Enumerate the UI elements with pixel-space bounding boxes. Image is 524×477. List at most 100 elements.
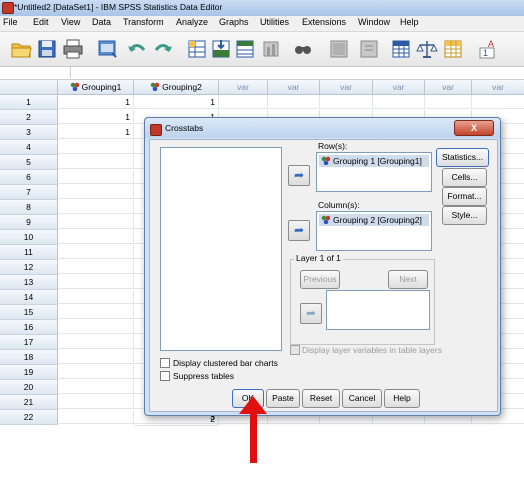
row-header[interactable]: 6 bbox=[0, 170, 58, 185]
table-cell[interactable] bbox=[58, 335, 134, 349]
row-header[interactable]: 21 bbox=[0, 395, 58, 410]
table-cell[interactable]: 1 bbox=[58, 125, 134, 139]
cell-name-box[interactable] bbox=[0, 67, 71, 78]
source-variable-list[interactable] bbox=[160, 147, 282, 351]
row-header[interactable]: 19 bbox=[0, 365, 58, 380]
row-header[interactable]: 22 bbox=[0, 410, 58, 425]
menu-file[interactable]: File bbox=[3, 17, 18, 27]
table-cell[interactable] bbox=[58, 155, 134, 169]
rows-list-item[interactable]: Grouping 1 [Grouping1] bbox=[319, 155, 429, 167]
dialog-title-bar[interactable]: Crosstabs X bbox=[145, 118, 500, 138]
table-cell[interactable] bbox=[425, 95, 472, 109]
menu-analyze[interactable]: Analyze bbox=[176, 17, 208, 27]
row-header[interactable]: 14 bbox=[0, 290, 58, 305]
statistics-button[interactable]: Statistics... bbox=[436, 148, 489, 167]
table-cell[interactable] bbox=[58, 185, 134, 199]
paste-button[interactable]: Paste bbox=[266, 389, 300, 408]
row-header[interactable]: 7 bbox=[0, 185, 58, 200]
insert-variable-icon[interactable] bbox=[358, 38, 380, 60]
row-header[interactable]: 12 bbox=[0, 260, 58, 275]
table-cell[interactable]: 1 bbox=[58, 110, 134, 124]
variables-icon[interactable] bbox=[234, 38, 256, 60]
column-header-var[interactable]: var bbox=[219, 80, 268, 95]
row-header[interactable]: 20 bbox=[0, 380, 58, 395]
find-icon[interactable] bbox=[292, 38, 314, 60]
menu-utilities[interactable]: Utilities bbox=[260, 17, 289, 27]
column-header-grouping1[interactable]: Grouping1 bbox=[58, 80, 134, 95]
menu-help[interactable]: Help bbox=[400, 17, 419, 27]
goto-variable-icon[interactable] bbox=[210, 38, 232, 60]
dialog-recall-icon[interactable] bbox=[96, 38, 118, 60]
table-cell[interactable]: 1 bbox=[58, 95, 134, 109]
table-cell[interactable] bbox=[320, 95, 373, 109]
table-cell[interactable] bbox=[58, 395, 134, 409]
table-cell[interactable] bbox=[58, 365, 134, 379]
row-header[interactable]: 8 bbox=[0, 200, 58, 215]
goto-case-icon[interactable] bbox=[186, 38, 208, 60]
table-cell[interactable] bbox=[58, 275, 134, 289]
column-header-var[interactable]: var bbox=[425, 80, 472, 95]
menu-view[interactable]: View bbox=[61, 17, 80, 27]
row-header[interactable]: 2 bbox=[0, 110, 58, 125]
row-header[interactable]: 15 bbox=[0, 305, 58, 320]
row-header[interactable]: 18 bbox=[0, 350, 58, 365]
table-cell[interactable] bbox=[58, 350, 134, 364]
menu-graphs[interactable]: Graphs bbox=[219, 17, 249, 27]
weight-cases-icon[interactable] bbox=[416, 38, 438, 60]
row-header[interactable]: 16 bbox=[0, 320, 58, 335]
table-cell[interactable] bbox=[58, 200, 134, 214]
table-cell[interactable] bbox=[58, 230, 134, 244]
redo-icon[interactable] bbox=[152, 38, 174, 60]
cells-button[interactable]: Cells... bbox=[442, 168, 487, 187]
table-cell[interactable] bbox=[58, 215, 134, 229]
table-cell[interactable] bbox=[472, 95, 524, 109]
table-cell[interactable] bbox=[58, 320, 134, 334]
table-cell[interactable] bbox=[58, 260, 134, 274]
column-header-var[interactable]: var bbox=[268, 80, 320, 95]
row-header[interactable]: 9 bbox=[0, 215, 58, 230]
value-labels-icon[interactable]: 1A bbox=[474, 38, 496, 60]
undo-icon[interactable] bbox=[126, 38, 148, 60]
table-cell[interactable] bbox=[58, 410, 134, 424]
row-header[interactable]: 5 bbox=[0, 155, 58, 170]
column-header-var[interactable]: var bbox=[373, 80, 425, 95]
column-header-var[interactable]: var bbox=[472, 80, 524, 95]
move-to-columns-button[interactable]: ➦ bbox=[288, 220, 310, 241]
column-header-grouping2[interactable]: Grouping2 bbox=[134, 80, 219, 95]
table-cell[interactable] bbox=[58, 170, 134, 184]
format-button[interactable]: Format... bbox=[442, 187, 487, 206]
menu-window[interactable]: Window bbox=[358, 17, 390, 27]
column-header-var[interactable]: var bbox=[320, 80, 373, 95]
row-header[interactable]: 10 bbox=[0, 230, 58, 245]
open-folder-icon[interactable] bbox=[10, 38, 32, 60]
table-cell[interactable] bbox=[58, 380, 134, 394]
row-header[interactable]: 11 bbox=[0, 245, 58, 260]
insert-cases-icon[interactable] bbox=[328, 38, 350, 60]
run-descriptives-icon[interactable] bbox=[260, 38, 282, 60]
row-header[interactable]: 3 bbox=[0, 125, 58, 140]
previous-layer-button[interactable]: Previous bbox=[300, 270, 340, 289]
move-to-rows-button[interactable]: ➦ bbox=[288, 165, 310, 186]
table-cell[interactable] bbox=[268, 95, 320, 109]
table-cell[interactable] bbox=[219, 95, 268, 109]
reset-button[interactable]: Reset bbox=[302, 389, 340, 408]
row-header[interactable]: 17 bbox=[0, 335, 58, 350]
table-cell[interactable] bbox=[373, 95, 425, 109]
columns-list[interactable]: Grouping 2 [Grouping2] bbox=[316, 211, 432, 251]
print-icon[interactable] bbox=[62, 38, 84, 60]
columns-list-item[interactable]: Grouping 2 [Grouping2] bbox=[319, 214, 429, 226]
row-header[interactable]: 13 bbox=[0, 275, 58, 290]
menu-data[interactable]: Data bbox=[92, 17, 111, 27]
table-cell[interactable] bbox=[58, 140, 134, 154]
next-layer-button[interactable]: Next bbox=[388, 270, 428, 289]
style-button[interactable]: Style... bbox=[442, 206, 487, 225]
clustered-bar-charts-checkbox[interactable] bbox=[160, 358, 170, 368]
table-cell[interactable] bbox=[58, 245, 134, 259]
cancel-button[interactable]: Cancel bbox=[342, 389, 382, 408]
rows-list[interactable]: Grouping 1 [Grouping1] bbox=[316, 152, 432, 192]
split-file-icon[interactable] bbox=[390, 38, 412, 60]
dialog-close-button[interactable]: X bbox=[454, 120, 494, 136]
menu-extensions[interactable]: Extensions bbox=[302, 17, 346, 27]
select-cases-icon[interactable] bbox=[442, 38, 464, 60]
layer-list[interactable] bbox=[326, 290, 430, 330]
